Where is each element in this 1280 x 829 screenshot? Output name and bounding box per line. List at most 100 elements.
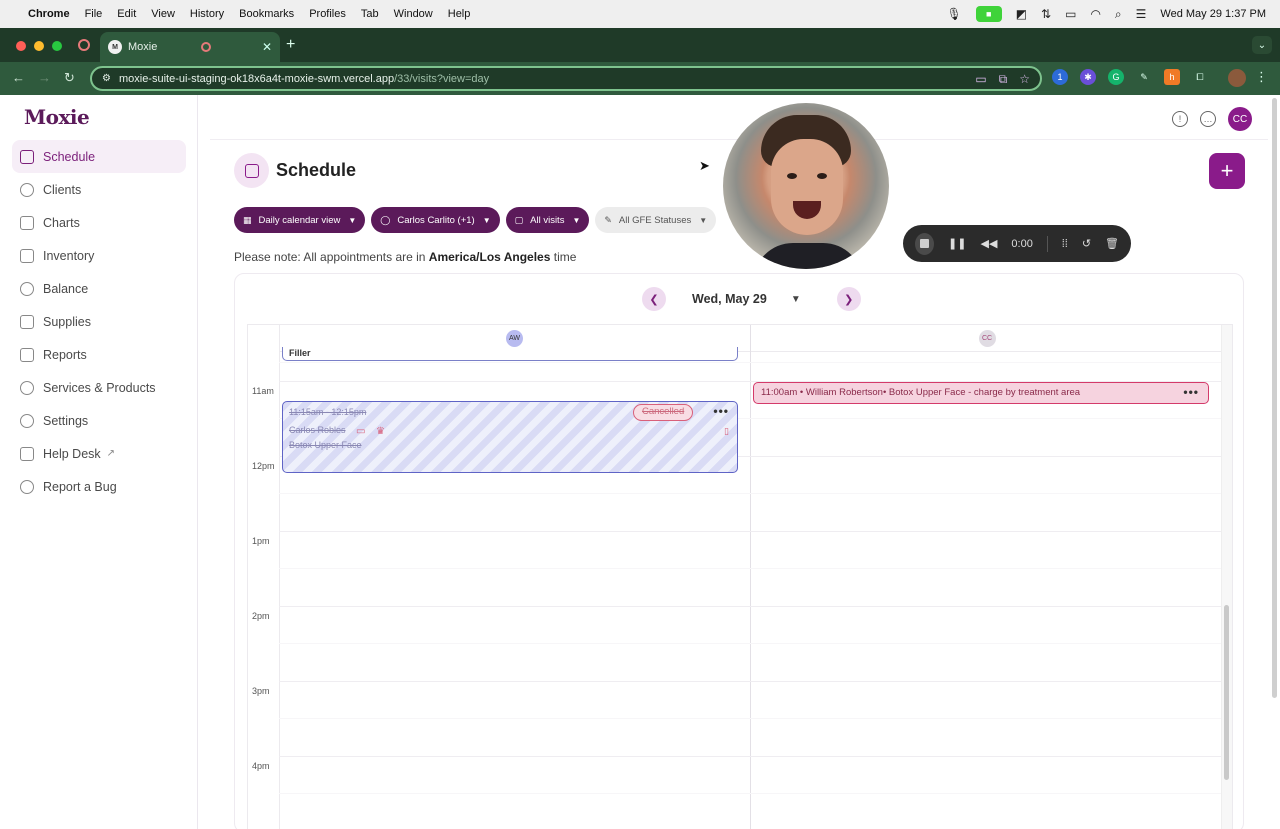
user-avatar[interactable]: CC — [1228, 107, 1252, 131]
info-icon[interactable]: ! — [1172, 111, 1188, 127]
screen-record-icon[interactable]: ■ — [975, 6, 1002, 22]
more-options-icon[interactable]: ••• — [1183, 383, 1199, 402]
drag-handle-icon[interactable]: ⁞⁞ — [1062, 238, 1068, 250]
more-options-icon[interactable]: ••• — [713, 404, 729, 418]
site-info-icon[interactable]: ⚙ — [102, 73, 111, 84]
sidebar-item-services-products[interactable]: Services & Products — [12, 371, 186, 404]
chevron-down-icon[interactable]: ▼ — [791, 294, 801, 305]
menu-tab[interactable]: Tab — [361, 8, 379, 20]
tab-recording-icon — [200, 42, 211, 52]
maximize-window-button[interactable] — [52, 41, 62, 51]
restart-icon[interactable]: ↺ — [1082, 237, 1091, 250]
cast-icon[interactable]: ⧉ — [999, 72, 1008, 87]
menu-help[interactable]: Help — [448, 8, 471, 20]
appointment-time: 11:15am - 12:15pm — [289, 407, 367, 417]
sidebar-item-supplies[interactable]: Supplies — [12, 305, 186, 338]
appointment-service: Botox Upper Face — [289, 440, 362, 450]
browser-menu-icon[interactable]: ⋮ — [1255, 69, 1268, 85]
bookmark-star-icon[interactable]: ☆ — [1019, 72, 1030, 87]
menu-profiles[interactable]: Profiles — [309, 8, 346, 20]
menu-edit[interactable]: Edit — [117, 8, 136, 20]
previous-day-button[interactable]: ❮ — [642, 287, 666, 311]
sidebar-item-settings[interactable]: Settings — [12, 404, 186, 437]
visits-filter-dropdown[interactable]: ▢ All visits ▼ — [505, 207, 590, 233]
gfe-filter-label: All GFE Statuses — [618, 214, 692, 226]
sidebar-item-clients[interactable]: Clients — [12, 173, 186, 206]
menu-bookmarks[interactable]: Bookmarks — [239, 8, 294, 20]
hubspot-icon[interactable]: h — [1164, 69, 1180, 85]
provider-filter-dropdown[interactable]: ◯ Carlos Carlito (+1) ▼ — [371, 207, 500, 233]
minimize-window-button[interactable] — [34, 41, 44, 51]
gfe-filter-dropdown[interactable]: ✎ All GFE Statuses ▼ — [595, 207, 717, 233]
chevron-down-icon: ▼ — [572, 215, 581, 225]
menu-view[interactable]: View — [151, 8, 175, 20]
recording-tab-icon[interactable] — [78, 39, 90, 51]
stop-recording-button[interactable] — [915, 232, 935, 255]
display-icon[interactable]: ◩ — [1016, 7, 1027, 21]
sidebar-item-reports[interactable]: Reports — [12, 338, 186, 371]
sidebar-item-inventory[interactable]: Inventory — [12, 239, 186, 272]
view-filter-label: Daily calendar view — [258, 214, 341, 226]
current-date[interactable]: Wed, May 29 — [692, 292, 767, 306]
next-day-button[interactable]: ❯ — [836, 287, 861, 311]
sidebar-item-label: Inventory — [43, 248, 95, 263]
menu-file[interactable]: File — [85, 8, 103, 20]
microphone-icon[interactable]: 🎙 — [946, 7, 961, 21]
menu-window[interactable]: Window — [394, 8, 433, 20]
gear-icon — [20, 413, 34, 428]
sidebar-item-charts[interactable]: Charts — [12, 206, 186, 239]
reload-icon[interactable]: ↻ — [64, 70, 75, 86]
back-icon[interactable]: ← — [12, 70, 25, 85]
appointment-cancelled[interactable]: 11:15am - 12:15pm Carlos Robles ▭ ♛ Boto… — [282, 401, 738, 473]
page-scrollbar[interactable] — [1272, 98, 1278, 818]
password-extension-icon[interactable]: 1 — [1052, 69, 1068, 85]
webcam-bubble[interactable] — [723, 103, 889, 269]
rewind-icon[interactable]: ◀◀ — [980, 237, 997, 250]
calendar-icon — [244, 163, 259, 178]
divider — [1046, 235, 1048, 252]
page-scrollbar-thumb[interactable] — [1272, 98, 1277, 698]
appointment-filler[interactable]: Filler — [282, 347, 738, 361]
view-filter-dropdown[interactable]: ▦ Daily calendar view ▼ — [234, 207, 366, 233]
clipboard-icon[interactable]: ▯ — [724, 426, 729, 437]
menubar-clock[interactable]: Wed May 29 1:37 PM — [1160, 8, 1266, 20]
grammarly-icon[interactable]: G — [1108, 69, 1124, 85]
forward-icon[interactable]: → — [38, 70, 51, 85]
moxie-logo[interactable]: Moxie — [24, 105, 90, 129]
browser-profile-avatar[interactable] — [1228, 69, 1246, 87]
battery-icon[interactable]: ▭ — [1065, 7, 1076, 21]
provider-avatar[interactable]: CC — [978, 329, 996, 347]
sidebar-item-schedule[interactable]: Schedule — [12, 140, 186, 173]
chat-icon[interactable]: … — [1200, 111, 1216, 127]
eyedropper-icon[interactable]: ✎ — [1136, 69, 1152, 85]
grid-line — [279, 606, 1223, 607]
appointment-summary: 11:00am • William Robertson• Botox Upper… — [761, 387, 1081, 398]
close-window-button[interactable] — [16, 41, 26, 51]
scrollbar-thumb[interactable] — [1224, 605, 1229, 780]
calendar-scrollbar[interactable] — [1221, 325, 1232, 829]
pause-icon[interactable]: ❚❚ — [948, 237, 966, 250]
wifi-icon[interactable]: ◠ — [1090, 7, 1100, 21]
ai-extension-icon[interactable]: ✱ — [1080, 69, 1096, 85]
menu-history[interactable]: History — [190, 8, 224, 20]
delete-recording-icon[interactable]: 🗑 — [1105, 237, 1119, 250]
network-icon[interactable]: ⇅ — [1041, 7, 1051, 21]
sidebar-item-report-bug[interactable]: Report a Bug — [12, 470, 186, 503]
sidebar-item-help-desk[interactable]: Help Desk ↗ — [12, 437, 186, 470]
puzzle-extensions-icon[interactable]: ⧠ — [1192, 69, 1208, 85]
new-tab-icon[interactable]: + — [286, 36, 295, 54]
provider-avatar[interactable]: AW — [506, 329, 523, 347]
tab-search-icon[interactable]: ⌄ — [1252, 36, 1272, 54]
sidebar-item-balance[interactable]: Balance — [12, 272, 186, 305]
appointment-william-robertson[interactable]: 11:00am • William Robertson• Botox Upper… — [753, 382, 1209, 404]
spotlight-icon[interactable]: ⌕ — [1115, 7, 1122, 22]
sidebar-item-label: Reports — [43, 347, 87, 362]
control-center-icon[interactable]: ☰ — [1136, 7, 1147, 21]
column-header-cc: CC — [751, 325, 1223, 352]
menu-app[interactable]: Chrome — [28, 8, 70, 20]
browser-tab-moxie[interactable]: M Moxie ✕ — [100, 32, 280, 62]
close-tab-icon[interactable]: ✕ — [262, 40, 272, 54]
address-bar[interactable]: ⚙ moxie-suite-ui-staging-ok18x6a4t-moxie… — [90, 66, 1042, 91]
camera-icon[interactable]: ▭ — [975, 72, 986, 87]
add-appointment-button[interactable]: + — [1209, 153, 1245, 189]
